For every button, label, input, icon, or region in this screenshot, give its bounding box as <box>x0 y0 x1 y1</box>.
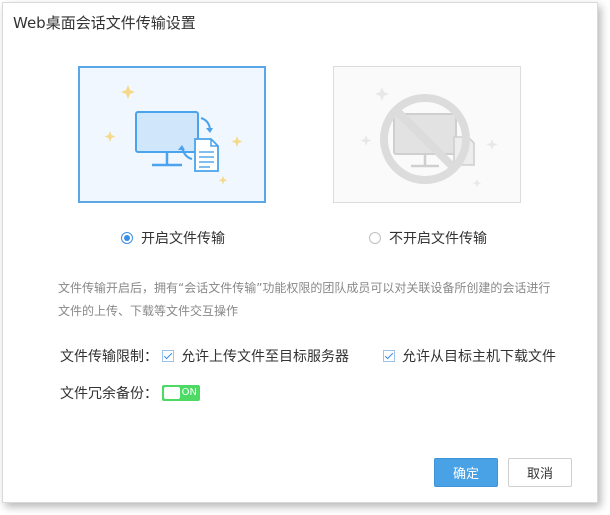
disable-transfer-card[interactable] <box>333 66 521 203</box>
backup-row: 文件冗余备份： ON <box>60 383 200 403</box>
allow-upload-option[interactable]: 允许上传文件至目标服务器 <box>162 346 349 366</box>
transfer-description: 文件传输开启后，拥有“会话文件传输”功能权限的团队成员可以对关联设备所创建的会话… <box>58 281 551 318</box>
backup-toggle[interactable]: ON <box>162 385 200 401</box>
enable-transfer-label: 开启文件传输 <box>141 231 225 247</box>
enable-transfer-card[interactable] <box>78 66 266 203</box>
disable-transfer-label: 不开启文件传输 <box>389 231 487 247</box>
toggle-knob <box>164 387 180 399</box>
disable-transfer-radio[interactable] <box>369 232 381 244</box>
dialog-title: Web桌面会话文件传输设置 <box>13 14 196 32</box>
allow-download-option[interactable]: 允许从目标主机下载文件 <box>383 346 556 366</box>
transfer-limit-row: 文件传输限制： 允许上传文件至目标服务器 允许从目标主机下载文件 <box>60 346 556 366</box>
monitor-forbidden-icon <box>360 87 498 188</box>
allow-upload-checkbox[interactable] <box>162 350 174 362</box>
enable-transfer-radio[interactable] <box>121 232 133 244</box>
transfer-limit-label: 文件传输限制： <box>60 349 158 365</box>
confirm-button[interactable]: 确定 <box>434 458 498 487</box>
enable-transfer-option[interactable]: 开启文件传输 <box>121 228 225 248</box>
allow-download-label: 允许从目标主机下载文件 <box>402 349 556 365</box>
monitor-file-transfer-icon <box>104 85 243 185</box>
file-transfer-dialog: Web桌面会话文件传输设置 开启文件传输 不开启文件传输 文件传输开启后，拥有“… <box>2 2 598 503</box>
toggle-text: ON <box>181 387 197 398</box>
backup-label: 文件冗余备份： <box>60 386 158 402</box>
allow-download-checkbox[interactable] <box>383 350 395 362</box>
cancel-button[interactable]: 取消 <box>508 458 572 487</box>
disable-transfer-option[interactable]: 不开启文件传输 <box>369 228 487 248</box>
allow-upload-label: 允许上传文件至目标服务器 <box>181 349 349 365</box>
